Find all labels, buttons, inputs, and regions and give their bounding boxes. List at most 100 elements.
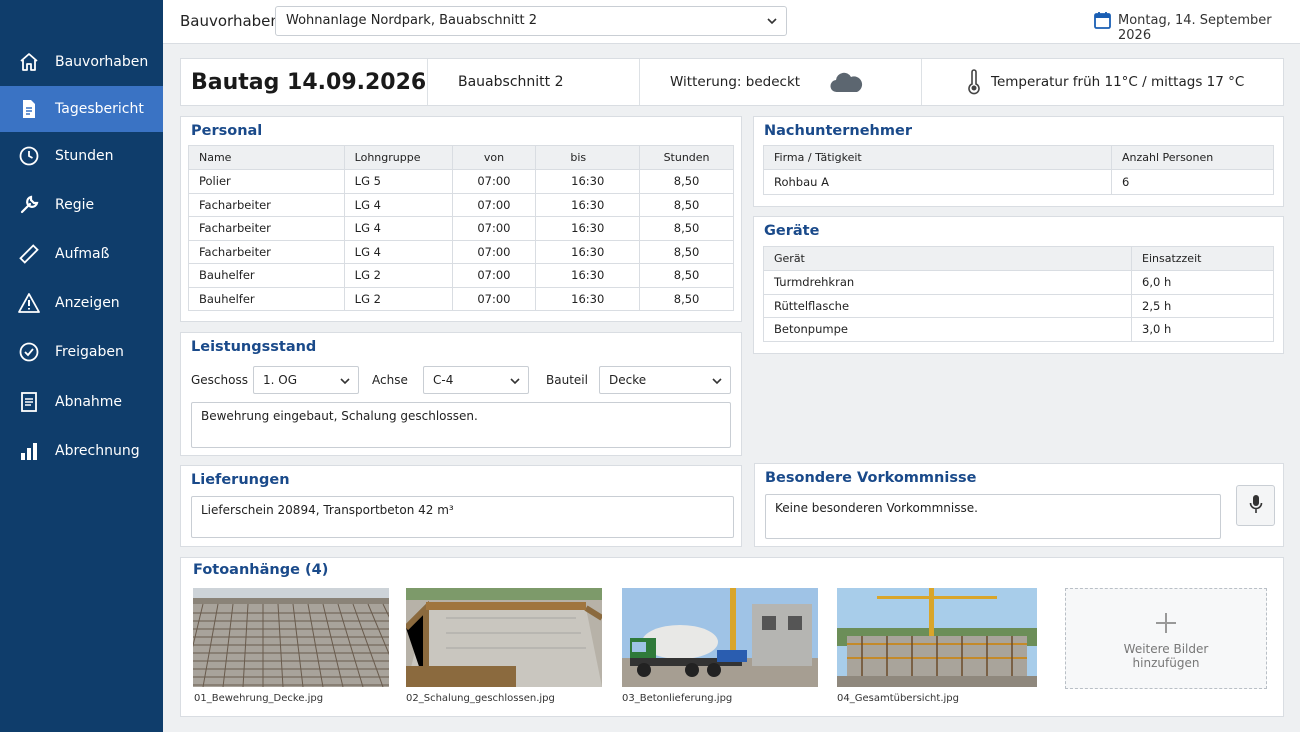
nachunternehmer-table: Firma / Tätigkeit Anzahl Personen Rohbau…: [763, 145, 1274, 195]
sidebar-item-regie[interactable]: Regie: [0, 182, 163, 228]
photo-thumbnail[interactable]: [193, 588, 389, 687]
table-cell: 07:00: [451, 263, 537, 288]
sidebar-item-aufmass[interactable]: Aufmaß: [0, 231, 163, 277]
table-row[interactable]: Turmdrehkran 6,0 h: [763, 270, 1274, 295]
sidebar-item-abrechnung[interactable]: Abrechnung: [0, 428, 163, 474]
home-icon: [18, 51, 40, 73]
voice-input-button[interactable]: [1236, 485, 1275, 526]
achse-value: C-4: [433, 373, 454, 387]
add-photo-label-line2: hinzufügen: [1132, 656, 1200, 670]
table-cell: LG 4: [343, 239, 453, 264]
table-row[interactable]: Rüttelflasche 2,5 h: [763, 293, 1274, 318]
table-cell: 8,50: [639, 192, 734, 217]
fotos-title: Fotoanhänge (4): [193, 562, 329, 578]
sidebar-item-stunden[interactable]: Stunden: [0, 133, 163, 179]
geschoss-value: 1. OG: [263, 373, 298, 387]
table-row[interactable]: Facharbeiter LG 4 07:00 16:30 8,50: [188, 216, 734, 241]
table-header-row: Name Lohngruppe von bis Stunden: [188, 145, 734, 170]
table-cell: 2,5 h: [1131, 293, 1274, 318]
table-cell: LG 5: [343, 169, 453, 194]
table-row[interactable]: Polier LG 5 07:00 16:30 8,50: [188, 169, 734, 194]
personal-table: Name Lohngruppe von bis Stunden Polier LG…: [188, 145, 734, 311]
table-row[interactable]: Facharbeiter LG 4 07:00 16:30 8,50: [188, 192, 734, 217]
table-cell: 07:00: [451, 239, 537, 264]
leistungsstand-textarea[interactable]: Bewehrung eingebaut, Schalung geschlosse…: [191, 402, 731, 448]
table-row[interactable]: Betonpumpe 3,0 h: [763, 317, 1274, 342]
column-header: bis: [535, 145, 641, 170]
table-cell: LG 2: [343, 263, 453, 288]
sidebar-item-label: Bauvorhaben: [55, 54, 149, 70]
sidebar-item-abnahme[interactable]: Abnahme: [0, 379, 163, 425]
table-row[interactable]: Rohbau A 6: [763, 169, 1274, 195]
table-cell: Facharbeiter: [188, 239, 345, 264]
table-cell: Facharbeiter: [188, 216, 345, 241]
temperature-label: Temperatur früh 11°C / mittags 17 °C: [991, 74, 1245, 90]
divider: [427, 59, 428, 105]
day-header: Bautag 14.09.2026 Bauabschnitt 2 Witteru…: [180, 58, 1284, 106]
sidebar-item-label: Aufmaß: [55, 246, 110, 262]
table-cell: 07:00: [451, 286, 537, 311]
achse-label: Achse: [372, 373, 408, 387]
table-cell: Bauhelfer: [188, 263, 345, 288]
table-cell: Rüttelflasche: [763, 293, 1132, 318]
sidebar-item-bauvorhaben[interactable]: Bauvorhaben: [0, 39, 163, 85]
table-cell: 8,50: [639, 286, 734, 311]
vorkommnisse-title: Besondere Vorkommnisse: [765, 470, 977, 486]
photo-caption: 03_Betonlieferung.jpg: [622, 693, 733, 704]
table-cell: 16:30: [535, 192, 641, 217]
divider: [921, 59, 922, 105]
achse-select[interactable]: C-4: [423, 366, 529, 394]
nachunternehmer-title: Nachunternehmer: [764, 123, 912, 139]
ruler-icon: [18, 243, 40, 265]
thermometer-icon: [967, 59, 981, 105]
warning-icon: [18, 292, 40, 314]
check-circle-icon: [18, 341, 40, 363]
bar-chart-icon: [18, 440, 40, 462]
table-cell: Betonpumpe: [763, 317, 1132, 342]
chevron-down-icon: [509, 375, 521, 390]
table-cell: LG 2: [343, 286, 453, 311]
sidebar-item-label: Regie: [55, 197, 95, 213]
clock-icon: [18, 145, 40, 167]
column-header: von: [451, 145, 537, 170]
table-cell: 07:00: [451, 192, 537, 217]
nachunternehmer-panel: Nachunternehmer Firma / Tätigkeit Anzahl…: [753, 116, 1284, 207]
lieferungen-panel: Lieferungen Lieferschein 20894, Transpor…: [180, 465, 742, 547]
sidebar: Bauvorhaben Tagesbericht Stunden Regie A…: [0, 0, 163, 732]
section-label: Bauabschnitt 2: [458, 74, 564, 90]
table-cell: 16:30: [535, 263, 641, 288]
photo-caption: 01_Bewehrung_Decke.jpg: [194, 693, 324, 704]
geraete-title: Geräte: [764, 223, 820, 239]
add-photo-button[interactable]: Weitere Bilder hinzufügen: [1065, 588, 1267, 689]
table-cell: 8,50: [639, 239, 734, 264]
table-row[interactable]: Bauhelfer LG 2 07:00 16:30 8,50: [188, 263, 734, 288]
table-cell: Bauhelfer: [188, 286, 345, 311]
photo-thumbnail[interactable]: [406, 588, 602, 687]
vorkommnisse-textarea[interactable]: Keine besonderen Vorkommnisse.: [765, 494, 1221, 539]
photo-thumbnail[interactable]: [837, 588, 1037, 687]
leistungsstand-title: Leistungsstand: [191, 339, 317, 355]
weather-label: Witterung: bedeckt: [670, 74, 801, 90]
current-date: Montag, 14. September 2026: [1118, 13, 1272, 43]
chevron-down-icon: [711, 375, 723, 390]
table-row[interactable]: Facharbeiter LG 4 07:00 16:30 8,50: [188, 239, 734, 264]
photo-thumbnail[interactable]: [622, 588, 818, 687]
table-cell: 6: [1111, 169, 1274, 195]
sidebar-item-freigaben[interactable]: Freigaben: [0, 329, 163, 375]
project-select-value: Wohnanlage Nordpark, Bauabschnitt 2: [286, 13, 538, 28]
table-cell: Rohbau A: [763, 169, 1112, 195]
table-cell: 16:30: [535, 286, 641, 311]
bauteil-select[interactable]: Decke: [599, 366, 731, 394]
lieferungen-textarea[interactable]: Lieferschein 20894, Transportbeton 42 m³: [191, 496, 734, 538]
sidebar-item-label: Stunden: [55, 148, 114, 164]
column-header: Name: [188, 145, 345, 170]
table-cell: 07:00: [451, 216, 537, 241]
geschoss-select[interactable]: 1. OG: [253, 366, 359, 394]
sidebar-item-label: Tagesbericht: [55, 101, 144, 117]
table-row[interactable]: Bauhelfer LG 2 07:00 16:30 8,50: [188, 286, 734, 311]
sidebar-item-anzeigen[interactable]: Anzeigen: [0, 280, 163, 326]
sidebar-item-tagesbericht[interactable]: Tagesbericht: [0, 86, 163, 132]
cloud-icon: [829, 59, 863, 105]
project-select[interactable]: Wohnanlage Nordpark, Bauabschnitt 2: [275, 6, 787, 36]
photo-caption: 04_Gesamtübersicht.jpg: [837, 693, 959, 704]
